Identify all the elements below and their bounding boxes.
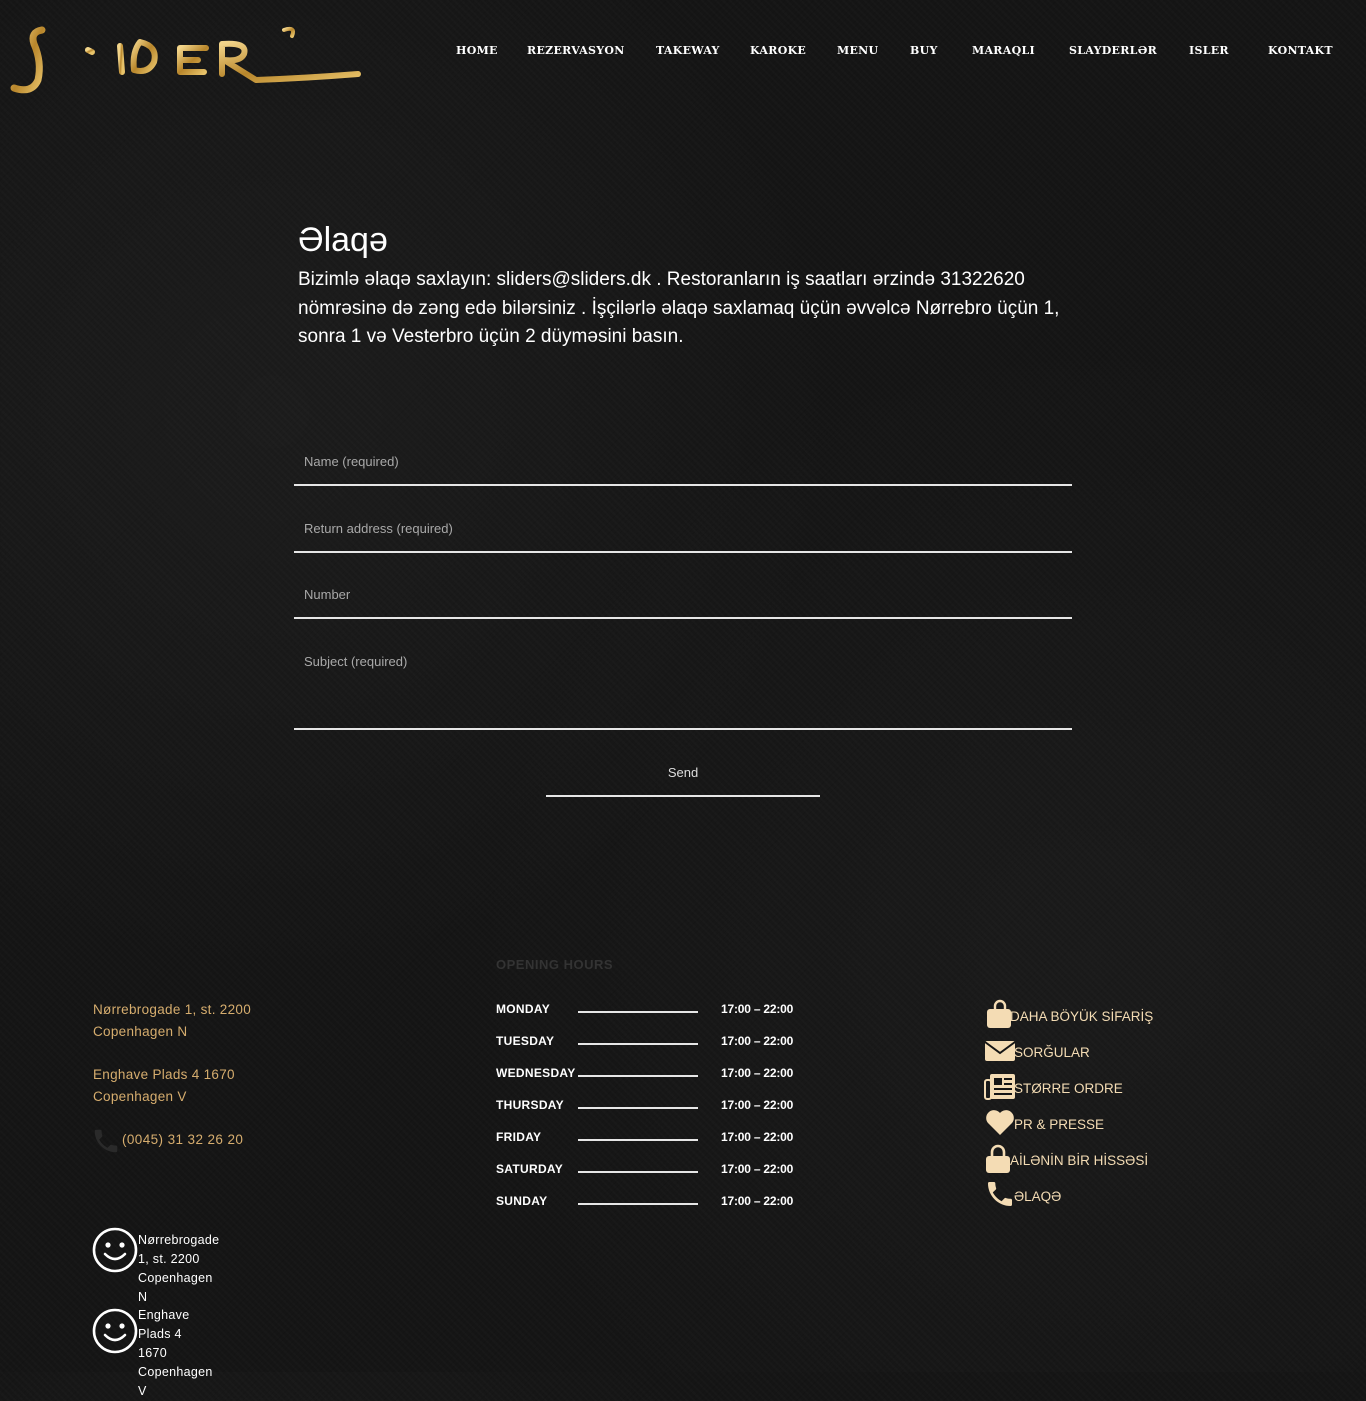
hours-title: OPENING HOURS bbox=[496, 957, 614, 972]
hours-row: MONDAY 17:00 – 22:00 bbox=[496, 1002, 816, 1020]
nav-karoke[interactable]: KAROKE bbox=[750, 44, 806, 57]
smiley-icon bbox=[92, 1308, 138, 1354]
hours-time: 17:00 – 22:00 bbox=[721, 1130, 794, 1144]
hours-row: WEDNESDAY 17:00 – 22:00 bbox=[496, 1066, 816, 1084]
subject-field[interactable]: Subject (required) bbox=[294, 646, 1072, 730]
heart-icon bbox=[986, 1110, 1014, 1135]
contact-section: Əlaqə Bizimlə əlaqə saxlayın: sliders@sl… bbox=[298, 218, 1068, 352]
hours-time: 17:00 – 22:00 bbox=[721, 1034, 794, 1048]
hours-divider bbox=[578, 1043, 698, 1045]
name-placeholder: Name (required) bbox=[304, 454, 399, 469]
send-button[interactable]: Send bbox=[546, 764, 820, 797]
number-placeholder: Number bbox=[304, 587, 351, 602]
hours-day: FRIDAY bbox=[496, 1130, 542, 1144]
branch-address: Nørrebrogade 1, st. 2200 Copenhagen N bbox=[138, 1231, 219, 1307]
email-field[interactable]: Return address (required) bbox=[294, 513, 1072, 553]
phone-icon bbox=[988, 1182, 1012, 1206]
sliders-logo[interactable] bbox=[8, 22, 363, 100]
envelope-icon bbox=[984, 1041, 1016, 1061]
address-norrebro-line1: Nørrebrogade 1, st. 2200 bbox=[93, 1002, 252, 1017]
hours-row: TUESDAY 17:00 – 22:00 bbox=[496, 1034, 816, 1052]
address-vesterbro-line2: Copenhagen V bbox=[93, 1089, 187, 1104]
intro-text: Bizimlə əlaqə saxlayın: sliders@sliders.… bbox=[298, 269, 1060, 347]
address-vesterbro-line1: Enghave Plads 4 1670 bbox=[93, 1067, 235, 1082]
address-norrebro: Nørrebrogade 1, st. 2200 Copenhagen N bbox=[93, 999, 251, 1043]
hours-day: TUESDAY bbox=[496, 1034, 555, 1048]
email-placeholder: Return address (required) bbox=[304, 521, 453, 536]
smiley-icon bbox=[92, 1227, 138, 1273]
hours-day: THURSDAY bbox=[496, 1098, 564, 1112]
phone-icon bbox=[94, 1129, 118, 1153]
branch-address-line2: Copenhagen V bbox=[138, 1365, 213, 1398]
hours-day: WEDNESDAY bbox=[496, 1066, 576, 1080]
hours-row: THURSDAY 17:00 – 22:00 bbox=[496, 1098, 816, 1116]
number-field[interactable]: Number bbox=[294, 579, 1072, 619]
hours-divider bbox=[578, 1203, 698, 1205]
hours-time: 17:00 – 22:00 bbox=[721, 1194, 794, 1208]
hours-divider bbox=[578, 1107, 698, 1109]
nav-home[interactable]: HOME bbox=[456, 44, 498, 57]
hours-divider bbox=[578, 1075, 698, 1077]
main-nav: HOME REZERVASYON TAKEWAY KAROKE MENU BUY… bbox=[0, 44, 1366, 60]
branch-address-line1: Nørrebrogade 1, st. 2200 bbox=[138, 1233, 220, 1266]
name-field[interactable]: Name (required) bbox=[294, 446, 1072, 486]
address-norrebro-line2: Copenhagen N bbox=[93, 1024, 188, 1039]
hours-divider bbox=[578, 1171, 698, 1173]
hours-row: SUNDAY 17:00 – 22:00 bbox=[496, 1194, 816, 1212]
link-label: STØRRE ORDRE bbox=[1014, 1081, 1123, 1096]
nav-isler[interactable]: ISLER bbox=[1189, 44, 1229, 57]
hours-day: SUNDAY bbox=[496, 1194, 548, 1208]
branch-address-line2: Copenhagen N bbox=[138, 1271, 213, 1304]
link-label: AİLƏNİN BİR HİSSƏSİ bbox=[1010, 1153, 1149, 1168]
subject-placeholder: Subject (required) bbox=[304, 654, 408, 669]
address-vesterbro: Enghave Plads 4 1670 Copenhagen V bbox=[93, 1064, 235, 1108]
hours-day: MONDAY bbox=[496, 1002, 551, 1016]
link-label: ƏLAQƏ bbox=[1014, 1189, 1062, 1204]
link-label: PR & PRESSE bbox=[1014, 1117, 1105, 1132]
branch-address: Enghave Plads 4 1670 Copenhagen V bbox=[138, 1306, 213, 1401]
nav-maraqli[interactable]: MARAQLI bbox=[972, 44, 1035, 57]
nav-kontakt[interactable]: KONTAKT bbox=[1268, 44, 1333, 57]
hours-divider bbox=[578, 1139, 698, 1141]
hours-time: 17:00 – 22:00 bbox=[721, 1098, 794, 1112]
hours-row: FRIDAY 17:00 – 22:00 bbox=[496, 1130, 816, 1148]
hours-day: SATURDAY bbox=[496, 1162, 564, 1176]
footer-phone[interactable]: (0045) 31 32 26 20 bbox=[91, 1126, 243, 1158]
nav-rezervasyon[interactable]: REZERVASYON bbox=[527, 44, 625, 57]
newspaper-icon bbox=[984, 1074, 1015, 1100]
hours-divider bbox=[578, 1011, 698, 1013]
link-label: DAHA BÖYÜK SİFARİŞ bbox=[1010, 1009, 1154, 1024]
hours-time: 17:00 – 22:00 bbox=[721, 1002, 794, 1016]
branch-address-line1: Enghave Plads 4 1670 bbox=[138, 1308, 190, 1360]
hours-time: 17:00 – 22:00 bbox=[721, 1162, 794, 1176]
link-label: SORĞULAR bbox=[1014, 1045, 1090, 1060]
nav-buy[interactable]: BUY bbox=[910, 44, 938, 57]
page-title: Əlaqə bbox=[298, 221, 388, 259]
nav-menu[interactable]: MENU bbox=[837, 44, 878, 57]
nav-takeway[interactable]: TAKEWAY bbox=[656, 44, 720, 57]
nav-slayderler[interactable]: SLAYDERLƏR bbox=[1069, 44, 1157, 57]
hours-row: SATURDAY 17:00 – 22:00 bbox=[496, 1162, 816, 1180]
hours-time: 17:00 – 22:00 bbox=[721, 1066, 794, 1080]
phone-number: (0045) 31 32 26 20 bbox=[122, 1132, 244, 1147]
